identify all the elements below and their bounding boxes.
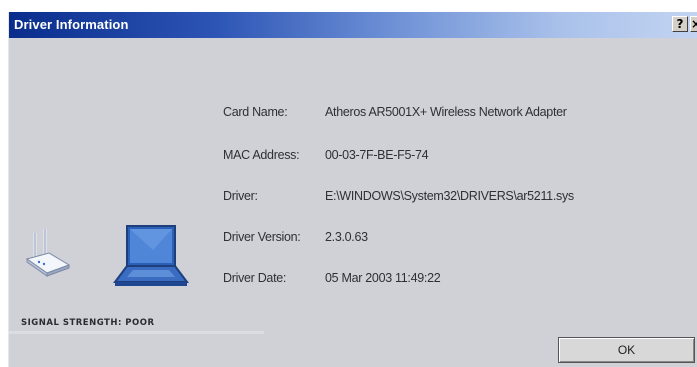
- close-button[interactable]: ×: [690, 16, 697, 32]
- window-title: Driver Information: [14, 17, 129, 32]
- mac-address-value: 00-03-7F-BE-F5-74: [325, 148, 429, 162]
- card-name-value: Atheros AR5001X+ Wireless Network Adapte…: [325, 105, 567, 119]
- wireless-router-icon: [25, 229, 71, 277]
- help-button[interactable]: ?: [672, 16, 688, 32]
- ok-button[interactable]: OK: [558, 337, 695, 363]
- laptop-icon: [113, 225, 189, 286]
- card-name-label: Card Name:: [223, 105, 288, 119]
- driver-date-label: Driver Date:: [223, 271, 287, 285]
- driver-version-label: Driver Version:: [223, 230, 301, 244]
- mac-address-label: MAC Address:: [223, 148, 300, 162]
- driver-label: Driver:: [223, 189, 258, 203]
- driver-date-value: 05 Mar 2003 11:49:22: [325, 271, 441, 285]
- signal-strength-bar: [9, 331, 264, 334]
- driver-version-value: 2.3.0.63: [325, 230, 368, 244]
- driver-information-dialog: Driver Information ? × Card Name: Athero…: [8, 12, 697, 367]
- driver-path-value: E:\WINDOWS\System32\DRIVERS\ar5211.sys: [325, 189, 574, 203]
- signal-strength-status: SIGNAL STRENGTH: POOR: [21, 318, 155, 328]
- title-bar[interactable]: Driver Information ? ×: [9, 12, 697, 38]
